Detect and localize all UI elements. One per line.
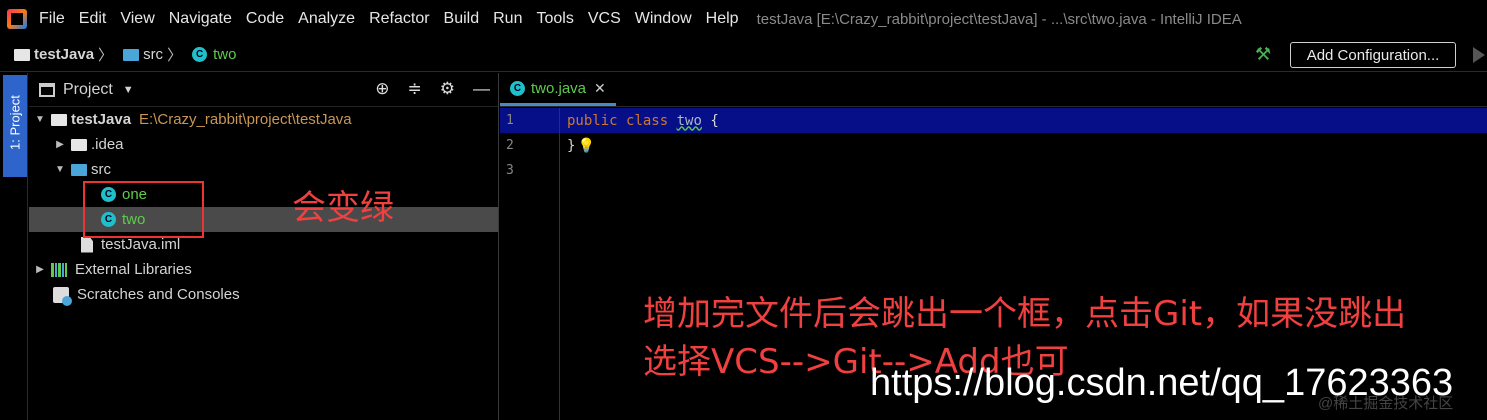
breadcrumb-src-label: src [143, 46, 164, 63]
tree-item-label: testJava [71, 111, 132, 128]
tree-item-project-root[interactable]: ▼ testJava E:\Crazy_rabbit\project\testJ… [29, 107, 498, 132]
collapse-all-icon[interactable]: ≑ [408, 79, 422, 99]
code-area[interactable]: public class two { } 💡 [560, 108, 1487, 183]
menu-help[interactable]: Help [706, 10, 739, 28]
tree-item-scratches[interactable]: Scratches and Consoles [29, 282, 498, 307]
project-folder-icon [51, 113, 67, 126]
chevron-down-icon[interactable]: ▼ [123, 84, 134, 96]
scratches-icon [53, 286, 72, 306]
folder-icon [123, 48, 140, 61]
gear-icon[interactable]: ⚙ [440, 79, 455, 99]
menu-code[interactable]: Code [246, 10, 284, 28]
project-panel: Project ▼ ⊕ ≑ ⚙ — ▼ testJava E:\Crazy_ra… [29, 73, 499, 420]
line-number: 3 [506, 163, 514, 178]
breadcrumb-src[interactable]: src 〉 [123, 44, 186, 65]
breadcrumb-separator: 〉 [167, 47, 183, 64]
code-line[interactable]: public class two { [560, 108, 1487, 133]
tree-item-idea[interactable]: ▶ .idea [29, 132, 498, 157]
project-panel-title[interactable]: Project [63, 81, 113, 99]
breadcrumb-project[interactable]: testJava 〉 [14, 44, 117, 65]
intellij-logo-icon [7, 9, 27, 29]
menu-run[interactable]: Run [493, 10, 522, 28]
menu-edit[interactable]: Edit [79, 10, 107, 28]
class-name: two [676, 112, 702, 129]
tree-item-src[interactable]: ▼ src [29, 157, 498, 182]
minimize-icon[interactable]: — [473, 79, 490, 99]
source-folder-icon [71, 163, 87, 176]
run-icon[interactable] [1473, 47, 1485, 63]
tree-item-label: Scratches and Consoles [77, 286, 240, 303]
breadcrumb-class[interactable]: C two [192, 46, 236, 63]
class-icon: C [510, 81, 525, 96]
lightbulb-icon[interactable]: 💡 [577, 138, 594, 154]
chevron-right-icon[interactable]: ▶ [53, 139, 67, 150]
menu-tools[interactable]: Tools [536, 10, 573, 28]
window-title: testJava [E:\Crazy_rabbit\project\testJa… [756, 10, 1242, 28]
tree-item-label: External Libraries [75, 261, 192, 278]
menu-view[interactable]: View [120, 10, 154, 28]
tab-label: two.java [531, 80, 587, 97]
code-line[interactable] [560, 158, 1487, 183]
watermark-community: @稀土掘金技术社区 [1318, 395, 1454, 412]
iml-file-icon [81, 236, 93, 253]
keyword-public: public [567, 112, 618, 129]
menu-analyze[interactable]: Analyze [298, 10, 355, 28]
project-view-icon [39, 82, 55, 97]
annotation-turns-green: 会变绿 [292, 188, 394, 228]
left-tool-strip: 1: Project [0, 73, 28, 420]
breadcrumb-class-label: two [213, 46, 237, 63]
menu-navigate[interactable]: Navigate [169, 10, 232, 28]
chevron-down-icon[interactable]: ▼ [53, 164, 67, 175]
library-icon [51, 262, 67, 277]
project-panel-header: Project ▼ ⊕ ≑ ⚙ — [29, 73, 498, 107]
menu-window[interactable]: Window [635, 10, 692, 28]
menu-vcs[interactable]: VCS [588, 10, 621, 28]
tree-item-label: src [91, 161, 111, 178]
keyword-class: class [626, 112, 669, 129]
line-number-gutter: 1 2 3 [500, 108, 560, 420]
tree-item-label: .idea [91, 136, 124, 153]
chevron-right-icon[interactable]: ▶ [33, 264, 47, 275]
add-configuration-button[interactable]: Add Configuration... [1290, 42, 1456, 68]
annotation-line-1: 增加完文件后会跳出一个框，点击Git，如果没跳出 [643, 294, 1407, 334]
panel-header-toolbar: ⊕ ≑ ⚙ — [375, 79, 490, 99]
tab-two-java[interactable]: C two.java ✕ [500, 74, 616, 106]
menu-build[interactable]: Build [444, 10, 480, 28]
breadcrumb-separator: 〉 [98, 47, 114, 64]
brace-open: { [710, 112, 719, 129]
menu-bar: File Edit View Navigate Code Analyze Ref… [0, 0, 1487, 38]
chevron-down-icon[interactable]: ▼ [33, 114, 47, 125]
breadcrumb-project-label: testJava [34, 46, 95, 63]
tool-tab-project[interactable]: 1: Project [3, 75, 27, 177]
tree-item-label: testJava.iml [101, 236, 181, 253]
close-icon[interactable]: ✕ [594, 80, 606, 97]
editor-tab-bar: C two.java ✕ [500, 73, 1487, 107]
menu-file[interactable]: File [39, 10, 65, 28]
line-number: 2 [506, 138, 514, 153]
line-number: 1 [506, 113, 514, 128]
locate-target-icon[interactable]: ⊕ [375, 79, 389, 99]
code-line[interactable]: } 💡 [560, 133, 1487, 158]
project-path: E:\Crazy_rabbit\project\testJava [139, 111, 352, 128]
annotation-box [83, 181, 204, 238]
brace-close: } [567, 137, 576, 154]
folder-icon [71, 138, 87, 151]
project-folder-icon [14, 48, 30, 61]
tree-item-external-libraries[interactable]: ▶ External Libraries [29, 257, 498, 282]
menu-refactor[interactable]: Refactor [369, 10, 429, 28]
build-hammer-icon[interactable]: ⚒ [1255, 44, 1271, 65]
class-icon: C [192, 47, 208, 62]
